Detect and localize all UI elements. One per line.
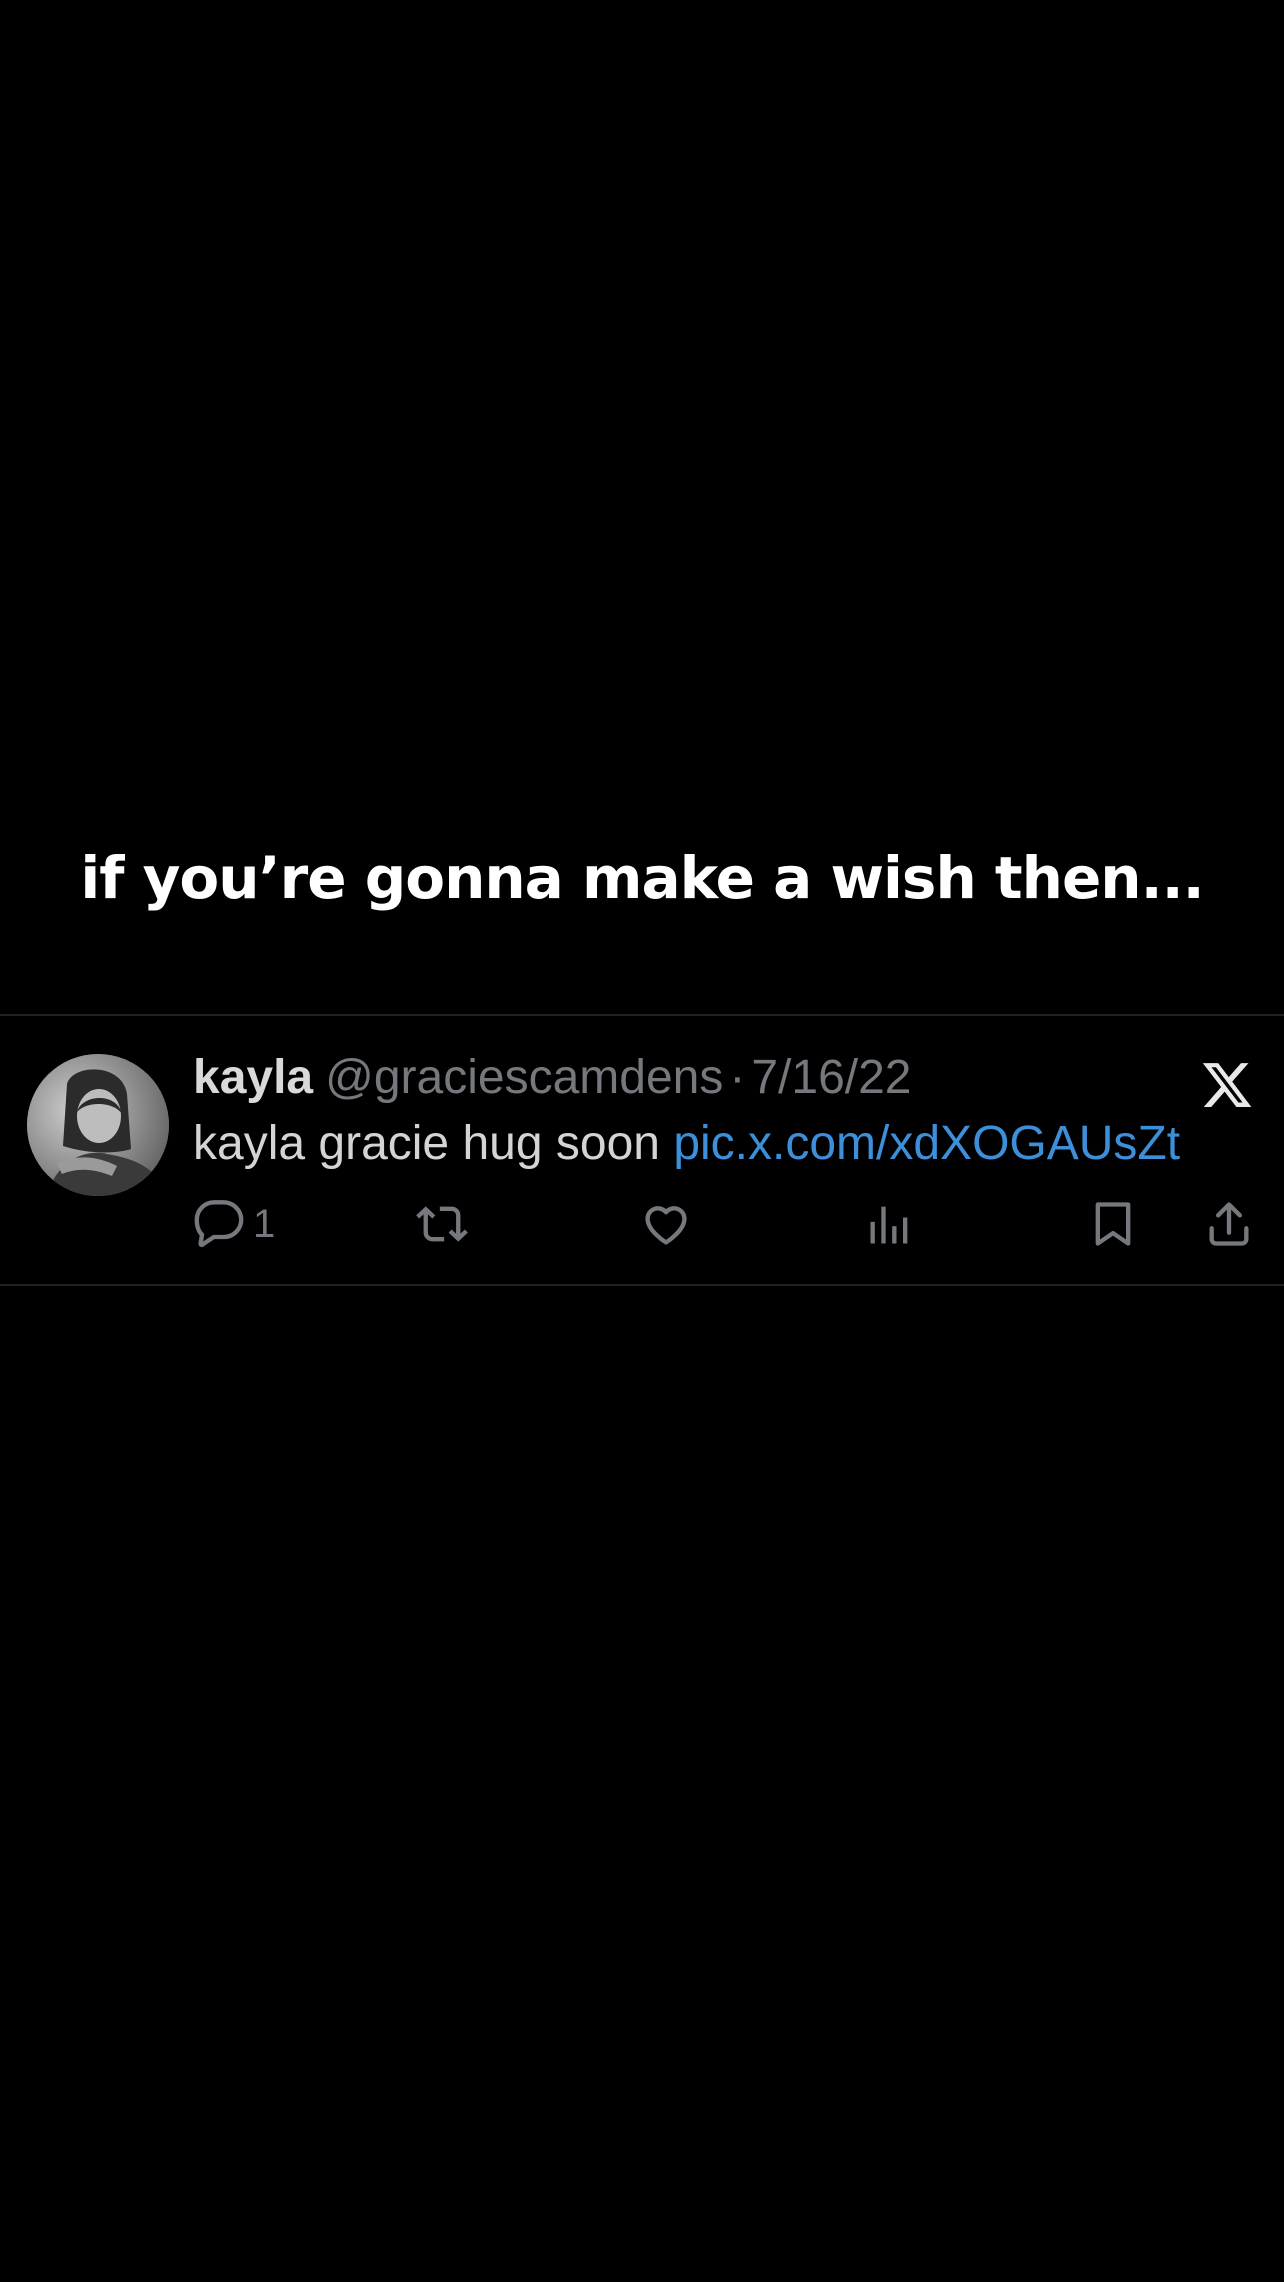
reply-icon (194, 1200, 244, 1248)
views-button[interactable] (864, 1196, 916, 1252)
caption-text: if you’re gonna make a wish then... (80, 844, 1204, 912)
views-icon (870, 1206, 908, 1244)
media-link[interactable]: pic.x.com/xdXOGAUsZt (673, 1117, 1180, 1170)
tweet-text: kayla gracie hug soon pic.x.com/xdXOGAUs… (193, 1112, 1180, 1176)
display-name[interactable]: kayla (193, 1051, 313, 1104)
user-handle[interactable]: @graciescamdens (325, 1051, 723, 1104)
x-logo-icon (1200, 1058, 1254, 1112)
tweet-date[interactable]: 7/16/22 (751, 1051, 911, 1104)
avatar-image (27, 1054, 169, 1196)
tweet-card[interactable]: kayla @graciescamdens · 7/16/22 kayla graci… (0, 1014, 1284, 1286)
bookmark-button[interactable] (1087, 1196, 1139, 1252)
share-button[interactable] (1203, 1196, 1255, 1252)
avatar[interactable] (27, 1054, 169, 1196)
bookmark-icon (1095, 1202, 1131, 1246)
reply-button[interactable]: 1 (193, 1196, 275, 1252)
retweet-icon (416, 1206, 468, 1242)
retweet-button[interactable] (416, 1196, 468, 1252)
tweet-body: kayla gracie hug soon (193, 1117, 660, 1170)
share-icon (1209, 1202, 1249, 1246)
separator-dot: · (729, 1051, 746, 1104)
like-icon (645, 1206, 687, 1245)
reply-count: 1 (253, 1201, 276, 1246)
tweet-header: kayla @graciescamdens · 7/16/22 (193, 1046, 912, 1110)
like-button[interactable] (640, 1196, 692, 1252)
